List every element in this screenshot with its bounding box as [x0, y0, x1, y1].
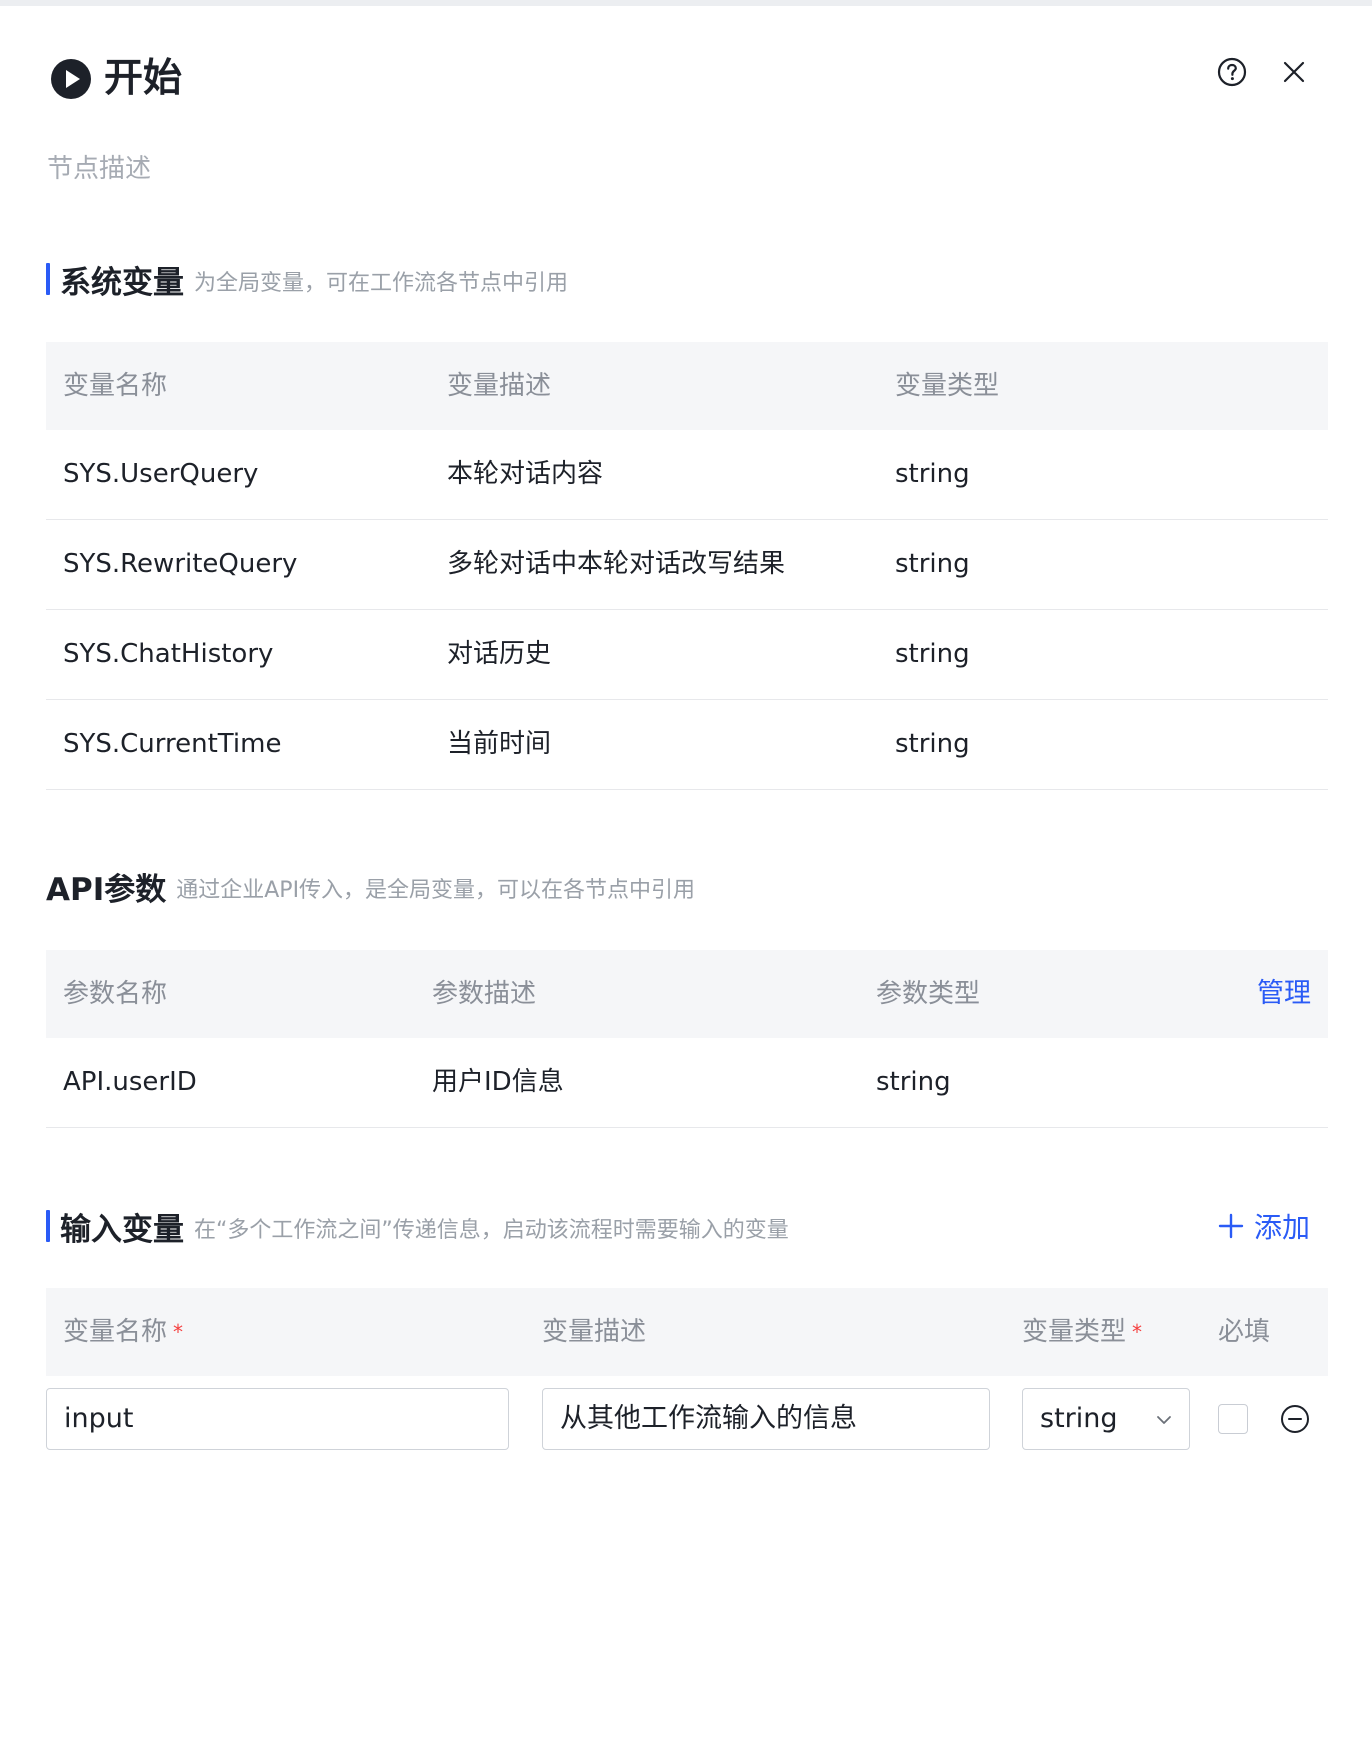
- param-type: string: [876, 1067, 951, 1097]
- table-row: API.userID 用户ID信息 string: [46, 1038, 1328, 1128]
- chevron-down-icon: [1157, 1416, 1171, 1424]
- variable-type: string: [895, 639, 970, 669]
- add-variable-label: 添加: [1254, 1211, 1311, 1244]
- required-mark: *: [173, 1320, 184, 1344]
- variable-type: string: [895, 549, 970, 579]
- column-header-description: 参数描述: [432, 979, 537, 1009]
- input-variables-title: 输入变量: [60, 1211, 184, 1248]
- system-variables-title: 系统变量: [60, 264, 184, 301]
- variable-description: 对话历史: [447, 639, 552, 669]
- column-header-required: 必填: [1218, 1317, 1271, 1347]
- column-header-name-label: 变量名称: [63, 1317, 168, 1347]
- param-description: 用户ID信息: [432, 1067, 564, 1097]
- remove-circle-icon[interactable]: [1280, 1404, 1310, 1434]
- section-accent-bar: [46, 263, 50, 295]
- variable-name: SYS.CurrentTime: [63, 729, 282, 759]
- table-row: SYS.UserQuery 本轮对话内容 string: [46, 430, 1328, 520]
- manage-button[interactable]: 管理: [1257, 950, 1311, 1038]
- input-variables-table: 变量名称 * 变量描述 变量类型 * 必填: [46, 1288, 1328, 1376]
- required-mark: *: [1132, 1320, 1143, 1344]
- table-row: SYS.RewriteQuery 多轮对话中本轮对话改写结果 string: [46, 520, 1328, 610]
- panel-title: 开始: [104, 56, 183, 101]
- variable-description: 多轮对话中本轮对话改写结果: [447, 549, 786, 579]
- system-variables-hint: 为全局变量，可在工作流各节点中引用: [194, 271, 569, 296]
- variable-description: 当前时间: [447, 729, 552, 759]
- add-variable-button[interactable]: 添加: [1218, 1206, 1310, 1246]
- variable-name: SYS.UserQuery: [63, 459, 259, 489]
- node-description-field[interactable]: 节点描述: [47, 148, 151, 185]
- column-header-type: 变量类型: [895, 371, 1000, 401]
- variable-description: 本轮对话内容: [447, 459, 604, 489]
- required-checkbox[interactable]: [1218, 1404, 1248, 1434]
- param-name: API.userID: [63, 1067, 197, 1097]
- table-header: 变量名称 * 变量描述 变量类型 * 必填: [46, 1288, 1328, 1376]
- column-header-description: 变量描述: [447, 371, 552, 401]
- variable-name-input[interactable]: input: [46, 1388, 509, 1450]
- system-variables-table: 变量名称 变量描述 变量类型 SYS.UserQuery 本轮对话内容 stri…: [46, 342, 1328, 790]
- column-header-type: 变量类型 *: [1022, 1288, 1142, 1376]
- panel-header: 开始: [46, 56, 1332, 106]
- input-variables-heading: 输入变量 在“多个工作流之间”传递信息，启动该流程时需要输入的变量: [46, 1206, 789, 1248]
- variable-name: SYS.RewriteQuery: [63, 549, 298, 579]
- column-header-name: 参数名称: [63, 979, 168, 1009]
- plus-icon: [1218, 1213, 1244, 1239]
- column-header-type: 参数类型: [876, 979, 981, 1009]
- table-row: SYS.ChatHistory 对话历史 string: [46, 610, 1328, 700]
- close-icon[interactable]: [1280, 58, 1308, 86]
- api-params-heading: API参数 通过企业API传入，是全局变量，可以在各节点中引用: [46, 866, 696, 908]
- section-accent-bar: [46, 1210, 50, 1242]
- variable-type: string: [895, 729, 970, 759]
- variable-description-input[interactable]: 从其他工作流输入的信息: [542, 1388, 990, 1450]
- input-variables-hint: 在“多个工作流之间”传递信息，启动该流程时需要输入的变量: [194, 1218, 789, 1243]
- top-divider: [0, 0, 1372, 6]
- api-params-table: 参数名称 参数描述 参数类型 管理 API.userID 用户ID信息 stri…: [46, 950, 1328, 1128]
- column-header-name: 变量名称 *: [63, 1288, 183, 1376]
- variable-type-value: string: [1040, 1403, 1118, 1434]
- input-variable-row: input 从其他工作流输入的信息 string: [46, 1388, 1328, 1452]
- column-header-name: 变量名称: [63, 371, 168, 401]
- play-icon: [51, 59, 91, 99]
- variable-type-select[interactable]: string: [1022, 1388, 1190, 1450]
- api-params-hint: 通过企业API传入，是全局变量，可以在各节点中引用: [176, 878, 696, 903]
- system-variables-heading: 系统变量 为全局变量，可在工作流各节点中引用: [46, 259, 569, 301]
- table-header: 参数名称 参数描述 参数类型 管理: [46, 950, 1328, 1038]
- help-icon[interactable]: [1216, 56, 1248, 88]
- variable-type: string: [895, 459, 970, 489]
- column-header-description: 变量描述: [542, 1317, 647, 1347]
- table-row: SYS.CurrentTime 当前时间 string: [46, 700, 1328, 790]
- api-params-title: API参数: [46, 871, 167, 908]
- column-header-type-label: 变量类型: [1022, 1317, 1127, 1347]
- table-header: 变量名称 变量描述 变量类型: [46, 342, 1328, 430]
- variable-name: SYS.ChatHistory: [63, 639, 274, 669]
